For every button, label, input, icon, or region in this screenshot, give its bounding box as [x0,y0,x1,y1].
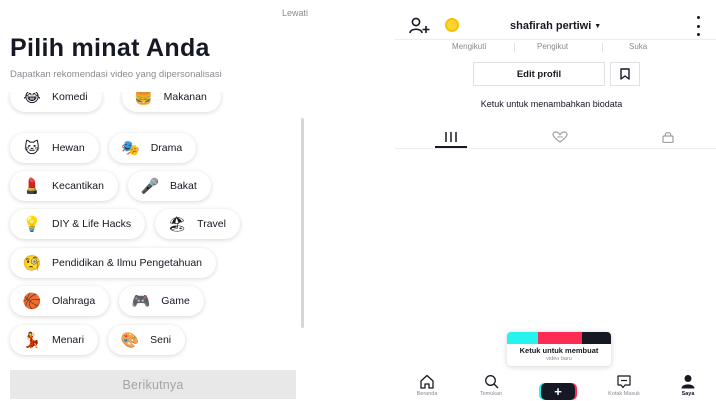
coin-icon[interactable] [445,18,459,32]
interest-chip-label: Bakat [169,180,197,192]
more-icon[interactable] [695,16,701,36]
profile-screen: shafirah pertiwi ▼ Mengikuti Pengikut Su… [395,0,716,401]
laughing-face-icon: 😂 [23,92,41,106]
plus-icon: + [554,383,562,399]
nav-discover-label: Temukan [479,391,503,397]
next-button[interactable]: Berikutnya [10,370,296,399]
interest-chip-diy[interactable]: 💡 DIY & Life Hacks [10,209,146,239]
page-subtitle: Dapatkan rekomendasi video yang diperson… [10,69,222,80]
interest-chip-olahraga[interactable]: 🏀 Olahraga [10,286,110,316]
interest-row: 🐱 Hewan 🎭 Drama [10,133,197,163]
beach-umbrella-icon: 🏖 [167,215,187,233]
palette-icon: 🎨 [120,331,140,349]
following-label[interactable]: Mengikuti [452,42,486,51]
interest-row: 💃 Menari 🎨 Seni [10,325,186,355]
bio-prompt[interactable]: Ketuk untuk menambahkan biodata [391,99,712,109]
interest-chip-seni[interactable]: 🎨 Seni [108,325,186,355]
create-video-card[interactable]: Ketuk untuk membuat video baru [507,332,611,366]
interest-row: 💄 Kecantikan 🎤 Bakat [10,171,211,201]
cat-face-icon: 🐱 [24,139,40,157]
tab-videos[interactable] [440,129,462,145]
interest-chip-label: Game [161,295,190,307]
interests-screen: Lewati Pilih minat Anda Dapatkan rekomen… [0,0,318,401]
stats-divider [602,43,603,52]
interest-chip-pendidikan[interactable]: 🧐 Pendidikan & Ilmu Pengetahuan [10,248,217,278]
grid-icon [445,132,457,142]
theater-masks-icon: 🎭 [121,139,141,157]
inbox-icon [617,375,631,389]
username: shafirah pertiwi [510,20,592,32]
lipstick-icon: 💄 [22,177,42,195]
scrollbar[interactable] [301,118,304,328]
tab-liked[interactable] [549,129,571,145]
nav-discover[interactable]: Temukan [471,374,511,397]
interest-chip-label: Drama [150,142,183,154]
interest-chip-label: Olahraga [52,295,96,307]
interest-chip-game[interactable]: 🎮 Game [119,286,204,316]
skip-link[interactable]: Lewati [282,8,308,18]
monocle-face-icon: 🧐 [22,254,42,272]
create-card-banner [507,332,611,344]
basketball-icon: 🏀 [22,292,42,310]
profile-icon [681,375,695,389]
interest-chip-list: 😂 Komedi 🍔 Makanan 🐱 Hewan 🎭 Drama 💄 Kec… [0,92,300,368]
active-tab-indicator [435,146,467,148]
interest-chip-label: Makanan [163,92,207,103]
interest-row: 😂 Komedi 🍔 Makanan [10,92,221,112]
create-card-title: Ketuk untuk membuat [519,346,599,355]
interest-chip-kecantikan[interactable]: 💄 Kecantikan [10,171,118,201]
interest-chip-label: Seni [150,334,172,346]
page-title: Pilih minat Anda [10,34,210,62]
interest-chip-label: Menari [52,334,85,346]
lock-icon [662,132,674,143]
bookmark-icon [620,68,630,80]
nav-inbox-label: Kotak Masuk [608,391,640,397]
bookmarks-button[interactable] [610,62,640,86]
home-icon [420,374,434,389]
interest-chip-label: DIY & Life Hacks [52,218,132,230]
interest-chip-drama[interactable]: 🎭 Drama [108,133,197,163]
interest-chip-hewan[interactable]: 🐱 Hewan [10,133,99,163]
username-dropdown[interactable]: shafirah pertiwi ▼ [510,20,601,32]
interest-chip-label: Komedi [52,92,88,103]
nav-me-label: Saya [681,391,695,397]
followers-label[interactable]: Pengikut [537,42,568,51]
caret-down-icon: ▼ [594,22,602,30]
interest-row: 💡 DIY & Life Hacks 🏖 Travel [10,209,240,239]
nav-home-label: Beranda [416,391,438,397]
interest-chip-menari[interactable]: 💃 Menari [10,325,99,355]
interest-chip-bakat[interactable]: 🎤 Bakat [127,171,211,201]
gamepad-icon: 🎮 [131,292,151,310]
nav-inbox[interactable]: Kotak Masuk [604,374,644,397]
add-user-icon[interactable] [409,17,431,35]
tab-private[interactable] [657,129,679,145]
bottom-nav: Beranda Temukan + Kotak Masuk Saya [395,374,716,401]
search-icon [484,375,498,389]
light-bulb-icon: 💡 [22,215,42,233]
profile-header: shafirah pertiwi ▼ [395,0,716,40]
likes-label[interactable]: Suka [629,42,647,51]
interest-row: 🧐 Pendidikan & Ilmu Pengetahuan [10,248,217,278]
stats-divider [514,43,515,52]
interest-chip-makanan[interactable]: 🍔 Makanan [121,92,221,112]
interest-chip-label: Kecantikan [52,180,104,192]
create-card-subtitle: video baru [546,356,572,362]
dancer-icon: 💃 [22,331,42,349]
liked-icon [552,131,568,143]
interest-row: 🏀 Olahraga 🎮 Game [10,286,204,316]
nav-home[interactable]: Beranda [407,374,447,397]
profile-tabs [395,124,716,149]
burger-icon: 🍔 [134,92,153,106]
microphone-icon: 🎤 [140,177,160,195]
nav-me[interactable]: Saya [668,374,708,397]
edit-profile-button[interactable]: Edit profil [473,62,605,86]
create-button[interactable]: + [541,383,575,400]
interest-chip-travel[interactable]: 🏖 Travel [155,209,240,239]
interest-chip-label: Travel [197,218,226,230]
interest-chip-komedi[interactable]: 😂 Komedi [10,92,102,112]
interest-chip-label: Hewan [52,142,85,154]
interest-chip-label: Pendidikan & Ilmu Pengetahuan [52,257,203,269]
